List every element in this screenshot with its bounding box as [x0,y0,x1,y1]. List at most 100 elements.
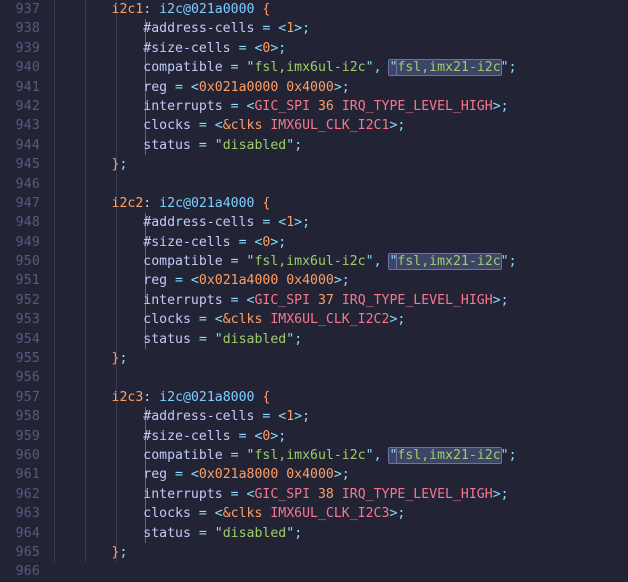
line-content[interactable]: interrupts = <GIC_SPI 38 IRQ_TYPE_LEVEL_… [48,485,508,504]
code-line[interactable]: 942 interrupts = <GIC_SPI 36 IRQ_TYPE_LE… [0,97,628,116]
code-token: " [214,525,223,541]
code-line[interactable]: 946 [0,175,628,194]
line-content[interactable]: #size-cells = <0>; [48,233,286,252]
line-content[interactable]: interrupts = <GIC_SPI 37 IRQ_TYPE_LEVEL_… [48,291,508,310]
line-content[interactable]: #address-cells = <1>; [48,19,310,38]
code-line[interactable]: 947 i2c2: i2c@021a4000 { [0,194,628,213]
code-line[interactable]: 941 reg = <0x021a0000 0x4000>; [0,78,628,97]
line-content[interactable]: clocks = <&clks IMX6UL_CLK_I2C2>; [48,310,405,329]
code-token: GIC_SPI [254,486,311,502]
code-token: = [198,137,215,153]
code-token: = [230,254,247,270]
line-content[interactable]: #address-cells = <1>; [48,213,310,232]
line-number: 943 [15,118,40,134]
line-content[interactable]: compatible = "fsl,imx6ul-i2c", "fsl,imx2… [48,58,517,77]
code-token: " [286,525,295,541]
code-token: i2c@021a8000 [159,389,255,405]
code-editor[interactable]: 937 i2c1: i2c@021a0000 {938 #address-cel… [0,0,628,579]
code-line[interactable]: 948 #address-cells = <1>; [0,213,628,232]
line-content[interactable]: reg = <0x021a0000 0x4000>; [48,78,349,97]
line-content[interactable]: clocks = <&clks IMX6UL_CLK_I2C3>; [48,504,405,523]
line-content[interactable]: status = "disabled"; [48,330,302,349]
code-token: = < [238,40,263,56]
code-line[interactable]: 953 clocks = <&clks IMX6UL_CLK_I2C2>; [0,310,628,329]
code-token: GIC_SPI [254,98,311,114]
line-content[interactable]: interrupts = <GIC_SPI 36 IRQ_TYPE_LEVEL_… [48,97,508,116]
line-content[interactable]: #address-cells = <1>; [48,407,310,426]
code-token: i2c2 [111,195,144,211]
code-line[interactable]: 943 clocks = <&clks IMX6UL_CLK_I2C1>; [0,116,628,135]
code-token: &clks [222,312,263,328]
code-token: >; [294,215,311,231]
code-token: , [373,447,390,463]
code-line[interactable]: 965 }; [0,543,628,562]
line-content[interactable]: compatible = "fsl,imx6ul-i2c", "fsl,imx2… [48,252,517,271]
search-match[interactable]: fsl,imx21-i2c [397,254,501,270]
line-content[interactable]: status = "disabled"; [48,136,302,155]
line-content[interactable]: #size-cells = <0>; [48,427,286,446]
editor-rows[interactable]: 937 i2c1: i2c@021a0000 {938 #address-cel… [0,0,628,579]
code-line[interactable]: 939 #size-cells = <0>; [0,39,628,58]
line-content[interactable]: i2c3: i2c@021a8000 { [48,388,271,407]
code-token: disabled [222,331,287,347]
code-line[interactable]: 961 reg = <0x021a8000 0x4000>; [0,465,628,484]
code-line[interactable]: 955 }; [0,349,628,368]
line-content[interactable]: compatible = "fsl,imx6ul-i2c", "fsl,imx2… [48,446,517,465]
line-content[interactable]: reg = <0x021a8000 0x4000>; [48,465,349,484]
code-line[interactable]: 944 status = "disabled"; [0,136,628,155]
code-line[interactable]: 960 compatible = "fsl,imx6ul-i2c", "fsl,… [0,446,628,465]
code-token: = < [198,118,223,134]
code-token: &clks [222,506,263,522]
code-line[interactable]: 949 #size-cells = <0>; [0,233,628,252]
line-number: 958 [15,409,40,425]
code-token: IRQ_TYPE_LEVEL_HIGH [341,292,493,308]
code-token: " [365,447,374,463]
line-content[interactable]: }; [48,543,128,562]
code-line[interactable]: 937 i2c1: i2c@021a0000 { [0,0,628,19]
code-line[interactable]: 958 #address-cells = <1>; [0,407,628,426]
line-number: 947 [15,195,40,211]
code-line[interactable]: 966 [0,562,628,581]
code-token: clocks [143,506,199,522]
code-line[interactable]: 962 interrupts = <GIC_SPI 38 IRQ_TYPE_LE… [0,485,628,504]
line-content[interactable]: status = "disabled"; [48,524,302,543]
code-line[interactable]: 951 reg = <0x021a4000 0x4000>; [0,271,628,290]
code-token: compatible [143,447,231,463]
line-content[interactable]: clocks = <&clks IMX6UL_CLK_I2C1>; [48,116,405,135]
search-match[interactable]: fsl,imx21-i2c [397,447,501,463]
code-line[interactable]: 950 compatible = "fsl,imx6ul-i2c", "fsl,… [0,252,628,271]
code-line[interactable]: 940 compatible = "fsl,imx6ul-i2c", "fsl,… [0,58,628,77]
search-match[interactable]: fsl,imx21-i2c [397,60,501,76]
line-content[interactable]: #size-cells = <0>; [48,39,286,58]
line-number: 940 [15,60,40,76]
code-token: ; [119,544,128,560]
line-content[interactable]: reg = <0x021a4000 0x4000>; [48,271,349,290]
code-token: IRQ_TYPE_LEVEL_HIGH [341,486,493,502]
code-line[interactable]: 956 [0,368,628,387]
code-line[interactable]: 963 clocks = <&clks IMX6UL_CLK_I2C3>; [0,504,628,523]
line-content[interactable]: i2c1: i2c@021a0000 { [48,0,271,19]
code-token: , [373,60,390,76]
code-line[interactable]: 959 #size-cells = <0>; [0,427,628,446]
code-token: 37 [317,292,334,308]
code-line[interactable]: 938 #address-cells = <1>; [0,19,628,38]
code-token: = < [238,234,263,250]
code-token: = < [230,98,255,114]
line-content[interactable]: i2c2: i2c@021a4000 { [48,194,271,213]
line-number: 965 [15,544,40,560]
code-line[interactable]: 954 status = "disabled"; [0,330,628,349]
code-line[interactable]: 957 i2c3: i2c@021a8000 { [0,388,628,407]
code-line[interactable]: 964 status = "disabled"; [0,524,628,543]
code-line[interactable]: 945 }; [0,155,628,174]
line-content[interactable]: }; [48,349,128,368]
code-line[interactable]: 952 interrupts = <GIC_SPI 37 IRQ_TYPE_LE… [0,291,628,310]
code-token: ; [508,254,517,270]
line-content[interactable]: }; [48,155,128,174]
